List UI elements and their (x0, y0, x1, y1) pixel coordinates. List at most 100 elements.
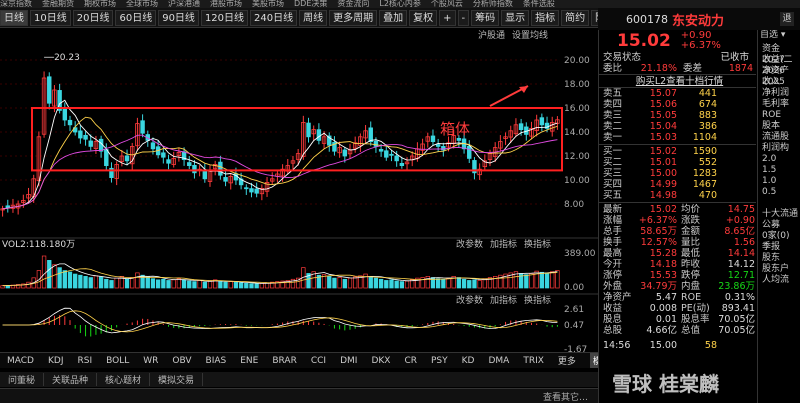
back-button[interactable]: 退 (780, 12, 794, 26)
finance-year: 2027 (762, 55, 785, 65)
panel-button[interactable]: 换指标 (524, 294, 551, 306)
toolbar-button[interactable]: 简约 (561, 9, 590, 26)
kline-chart[interactable]: 沪股通 设置均线 20.00 18.00 16.00 14.00 12.00 10.00 8.0… (0, 28, 598, 355)
indicator-tab[interactable]: DKX (371, 356, 390, 366)
toolbar-button[interactable]: 120日线 (200, 9, 249, 26)
asks-row[interactable]: 卖一 15.03 1104 (599, 132, 756, 143)
volume-bar (259, 282, 265, 289)
toolbar-button[interactable]: 叠加 (379, 9, 408, 26)
chart-option[interactable]: 设置均线 (512, 29, 548, 41)
top-menu-item[interactable]: 分析师指数 (473, 0, 513, 8)
indicator-tab[interactable]: RSI (77, 356, 92, 366)
bids-row[interactable]: 买五 14.98 470 (599, 190, 756, 201)
volume-bar (435, 278, 441, 289)
top-menu-item[interactable]: 沪深港通 (168, 0, 200, 8)
bids-row[interactable]: 买一 15.02 1590 (599, 146, 756, 157)
stat-row: 涨停 15.53 跌停 12.71 (603, 270, 755, 281)
chart-option[interactable]: 沪股通 (478, 29, 505, 41)
asks-row[interactable]: 卖五 15.07 441 (599, 88, 756, 99)
panel-button[interactable]: 换指标 (524, 238, 551, 250)
asks-row[interactable]: 卖二 15.04 386 (599, 121, 756, 132)
top-menu-item[interactable]: 美股市场 (252, 0, 284, 8)
indicator-tab[interactable]: 更多 (558, 354, 576, 367)
y-tick-label: 16.00 (564, 104, 590, 114)
indicator-tab[interactable]: DMI (340, 356, 357, 366)
indicator-tab[interactable]: DMA (488, 356, 509, 366)
bottom-tab[interactable]: 核心题材 (97, 373, 151, 386)
select-tab[interactable]: 自选 ▾ (758, 30, 800, 44)
volume-bar (238, 282, 244, 289)
volume-label: VOL2:118.180万 (2, 240, 75, 250)
volume-bar (57, 267, 62, 289)
top-menu-item[interactable]: 资金流向 (337, 0, 369, 8)
finance-item: 0家(0) (762, 231, 790, 241)
indicator-tab[interactable]: BRAR (272, 356, 296, 366)
top-menu-item[interactable]: 期权市场 (84, 0, 116, 8)
top-menu-item[interactable]: 个股风云 (431, 0, 463, 8)
volume-bar (124, 278, 130, 289)
indicator-tab[interactable]: TRIX (523, 356, 544, 366)
top-menu-item[interactable]: L2核心内参 (379, 0, 421, 8)
top-menu-item[interactable]: 条件选股 (523, 0, 555, 8)
bottom-tab[interactable]: 关联品种 (44, 373, 98, 386)
bids-row[interactable]: 买二 15.01 552 (599, 157, 756, 168)
indicator-tab[interactable]: BIAS (206, 356, 227, 366)
toolbar-button[interactable]: - (457, 9, 470, 26)
toolbar-button[interactable]: 10日线 (30, 9, 71, 26)
indicator-tab[interactable]: WR (143, 356, 158, 366)
panel-button[interactable]: 改参数 (456, 294, 483, 306)
volume-bar (404, 280, 410, 289)
indicator-tab[interactable]: PSY (431, 356, 448, 366)
bids-row[interactable]: 买四 14.99 1467 (599, 179, 756, 190)
toolbar-button[interactable]: 20日线 (72, 9, 114, 26)
indicator-tab[interactable]: KDJ (48, 356, 64, 366)
indicator-tab[interactable]: BOLL (106, 356, 129, 366)
asks-row[interactable]: 卖三 15.05 883 (599, 110, 756, 121)
toolbar-button[interactable]: 指标 (531, 9, 560, 26)
toolbar-button[interactable]: 筹码 (471, 9, 500, 26)
indicator-tab[interactable]: MACD (7, 356, 34, 366)
candle-body (539, 117, 545, 126)
candle-body (83, 134, 88, 140)
kline-chart-area[interactable]: 沪股通 设置均线 20.00 18.00 16.00 14.00 12.00 10.00 8.0… (0, 28, 598, 355)
volume-bar (555, 270, 560, 289)
top-menu-item[interactable]: 深京指数 (0, 0, 32, 8)
volume-bar (78, 274, 83, 289)
indicator-tab[interactable]: CR (404, 356, 417, 366)
l2-banner[interactable]: 购买L2查看十档行情 (599, 74, 756, 88)
bids-row[interactable]: 买三 15.00 1283 (599, 168, 756, 179)
volume-bar (254, 283, 259, 289)
toolbar-button[interactable]: 周线 (299, 9, 328, 26)
toolbar-button[interactable]: 日线 (0, 9, 28, 26)
candle-body (399, 162, 405, 166)
top-menu-item[interactable]: 全球市场 (126, 0, 158, 8)
volume-bar (73, 273, 78, 289)
weibi-row: 委比 21.18% 委差 1874 (603, 63, 753, 74)
toolbar-button[interactable]: 复权 (409, 9, 438, 26)
panel-button[interactable]: 加指标 (490, 294, 517, 306)
status-more[interactable]: 查看其它… (543, 390, 588, 403)
toolbar-button[interactable]: 240日线 (250, 9, 298, 26)
asks-row[interactable]: 卖四 15.06 674 (599, 99, 756, 110)
panel-button[interactable]: 改参数 (456, 238, 483, 250)
indicator-tab[interactable]: ENE (240, 356, 258, 366)
top-menu-item[interactable]: DDE决策 (294, 0, 327, 8)
bottom-tab[interactable]: 问董秘 (0, 373, 45, 386)
toolbar-button[interactable]: 显示 (501, 9, 530, 26)
finance-item: 人均流 (762, 275, 790, 285)
toolbar-button[interactable]: + (439, 9, 456, 26)
indicator-tab[interactable]: OBV (172, 356, 191, 366)
panel-button[interactable]: 加指标 (490, 238, 517, 250)
candle-body (368, 127, 373, 142)
top-menu-item[interactable]: 金融期货 (42, 0, 74, 8)
bottom-tab[interactable]: 模拟交易 (150, 373, 204, 386)
candle-body (254, 188, 259, 194)
toolbar-button[interactable]: 90日线 (158, 9, 199, 26)
toolbar-button[interactable]: 60日线 (115, 9, 157, 26)
volume-tick-label: 0.00 (564, 283, 584, 293)
toolbar-button[interactable]: 更多周期 (329, 9, 378, 26)
indicator-tab[interactable]: CCI (311, 356, 326, 366)
finance-item: 股本 (762, 121, 781, 131)
top-menu-item[interactable]: 港股市场 (210, 0, 242, 8)
indicator-tab[interactable]: KD (462, 356, 475, 366)
